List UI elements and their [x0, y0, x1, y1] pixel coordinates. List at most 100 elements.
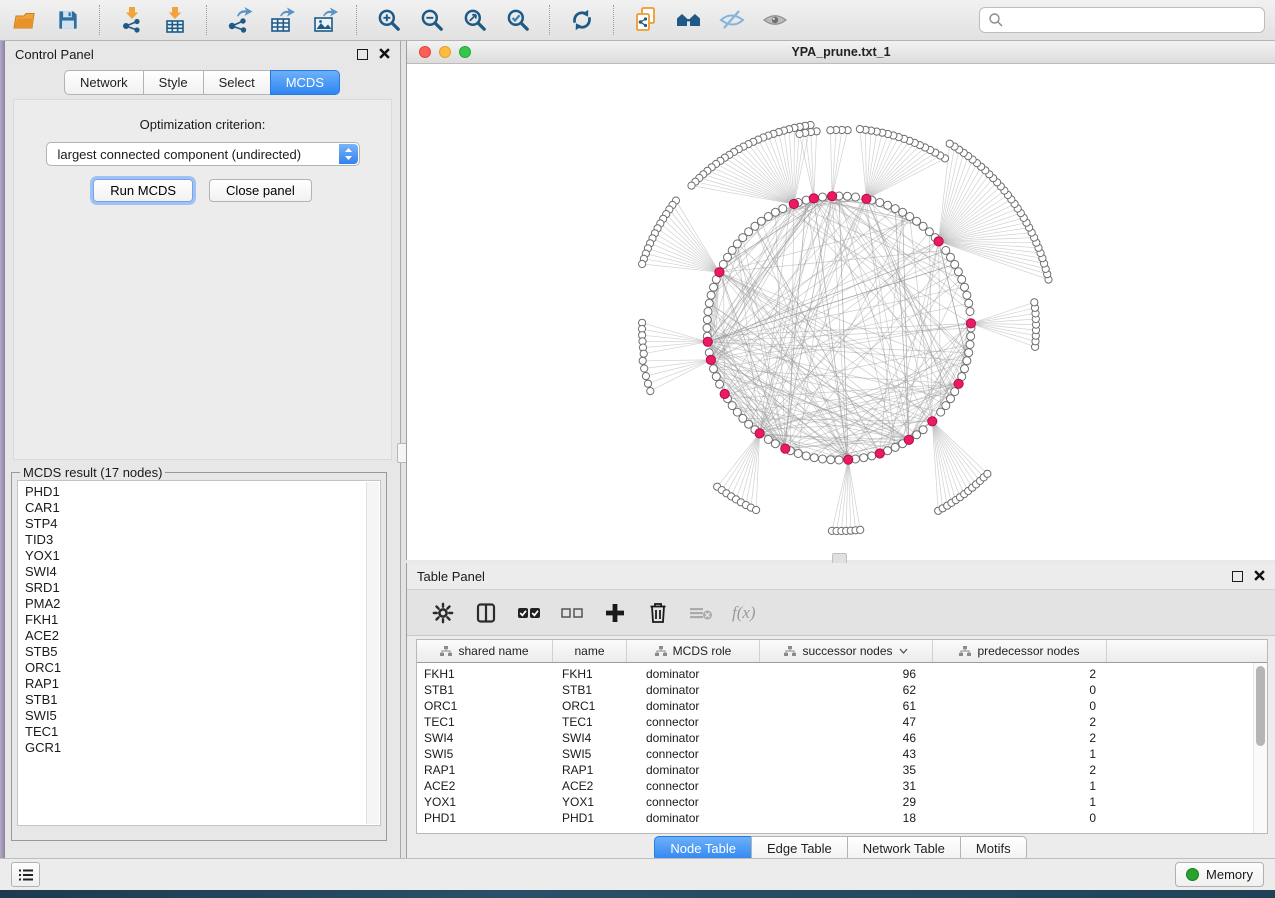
column-header-shared-name[interactable]: shared name: [417, 640, 553, 662]
network-node[interactable]: [876, 199, 884, 207]
dominator-node[interactable]: [706, 355, 715, 364]
network-node[interactable]: [963, 291, 971, 299]
network-node[interactable]: [942, 246, 950, 254]
mcds-result-item[interactable]: FKH1: [25, 612, 380, 628]
delete-table-icon[interactable]: [689, 601, 713, 625]
hide-selected-icon[interactable]: [717, 5, 747, 35]
dominator-node[interactable]: [954, 379, 963, 388]
dominator-node[interactable]: [904, 435, 913, 444]
table-scrollbar[interactable]: [1253, 663, 1267, 833]
dominator-node[interactable]: [862, 194, 871, 203]
export-network-icon[interactable]: [224, 5, 254, 35]
network-node[interactable]: [965, 349, 973, 357]
satellite-node[interactable]: [688, 182, 695, 189]
task-history-button[interactable]: [11, 862, 40, 887]
dominator-node[interactable]: [781, 444, 790, 453]
satellite-node[interactable]: [796, 130, 803, 137]
network-node[interactable]: [966, 341, 974, 349]
satellite-node[interactable]: [642, 373, 649, 380]
window-minimize-button[interactable]: [439, 46, 451, 58]
network-node[interactable]: [947, 395, 955, 403]
mcds-result-item[interactable]: SWI4: [25, 564, 380, 580]
satellite-node[interactable]: [647, 388, 654, 395]
select-all-icon[interactable]: [517, 601, 541, 625]
mcds-result-item[interactable]: TID3: [25, 532, 380, 548]
first-neighbors-icon[interactable]: [674, 5, 704, 35]
window-zoom-button[interactable]: [459, 46, 471, 58]
show-all-icon[interactable]: [760, 5, 790, 35]
satellite-node[interactable]: [641, 365, 648, 372]
network-node[interactable]: [852, 193, 860, 201]
network-node[interactable]: [868, 452, 876, 460]
open-session-icon[interactable]: [10, 5, 40, 35]
tab-network[interactable]: Network: [64, 70, 144, 95]
network-node[interactable]: [860, 454, 868, 462]
mcds-result-item[interactable]: STB1: [25, 692, 380, 708]
table-scrollbar-thumb[interactable]: [1256, 666, 1265, 746]
network-node[interactable]: [802, 452, 810, 460]
mcds-result-item[interactable]: YOX1: [25, 548, 380, 564]
save-session-icon[interactable]: [53, 5, 83, 35]
network-node[interactable]: [835, 456, 843, 464]
dominator-node[interactable]: [928, 417, 937, 426]
column-header-MCDS-role[interactable]: MCDS role: [627, 640, 760, 662]
clone-network-icon[interactable]: [631, 5, 661, 35]
network-node[interactable]: [705, 299, 713, 307]
export-table-icon[interactable]: [267, 5, 297, 35]
satellite-node[interactable]: [1031, 299, 1038, 306]
network-node[interactable]: [710, 365, 718, 373]
satellite-node[interactable]: [644, 380, 651, 387]
satellite-node[interactable]: [753, 506, 760, 513]
mcds-result-item[interactable]: STB5: [25, 644, 380, 660]
mcds-result-item[interactable]: PMA2: [25, 596, 380, 612]
network-canvas[interactable]: [407, 64, 1274, 560]
satellite-node[interactable]: [856, 126, 863, 133]
network-node[interactable]: [728, 246, 736, 254]
dominator-node[interactable]: [715, 268, 724, 277]
satellite-node[interactable]: [857, 526, 864, 533]
network-node[interactable]: [704, 308, 712, 316]
search-input[interactable]: [979, 7, 1265, 33]
dominator-node[interactable]: [966, 319, 975, 328]
column-visibility-icon[interactable]: [474, 601, 498, 625]
network-node[interactable]: [794, 450, 802, 458]
mcds-result-item[interactable]: STP4: [25, 516, 380, 532]
table-row[interactable]: SWI4SWI4dominator462: [417, 730, 1267, 746]
table-settings-icon[interactable]: [431, 601, 455, 625]
tab-mcds[interactable]: MCDS: [270, 70, 340, 95]
add-column-icon[interactable]: [603, 601, 627, 625]
network-node[interactable]: [961, 283, 969, 291]
network-node[interactable]: [843, 192, 851, 200]
zoom-in-icon[interactable]: [374, 5, 404, 35]
network-node[interactable]: [942, 402, 950, 410]
network-node[interactable]: [819, 455, 827, 463]
network-node[interactable]: [710, 283, 718, 291]
memory-button[interactable]: Memory: [1175, 862, 1264, 887]
network-node[interactable]: [703, 324, 711, 332]
dominator-node[interactable]: [934, 237, 943, 246]
mcds-result-item[interactable]: SWI5: [25, 708, 380, 724]
delete-column-icon[interactable]: [646, 601, 670, 625]
network-node[interactable]: [961, 365, 969, 373]
column-header-name[interactable]: name: [553, 640, 627, 662]
network-node[interactable]: [913, 217, 921, 225]
network-node[interactable]: [724, 253, 732, 261]
dominator-node[interactable]: [720, 389, 729, 398]
satellite-node[interactable]: [640, 350, 647, 357]
network-node[interactable]: [965, 299, 973, 307]
network-node[interactable]: [764, 213, 772, 221]
float-table-panel-icon[interactable]: [1232, 571, 1243, 582]
deselect-all-icon[interactable]: [560, 601, 584, 625]
network-node[interactable]: [716, 380, 724, 388]
table-row[interactable]: FKH1FKH1dominator962: [417, 666, 1267, 682]
mcds-result-item[interactable]: TEC1: [25, 724, 380, 740]
network-node[interactable]: [899, 208, 907, 216]
close-panel-icon[interactable]: [379, 47, 390, 62]
tab-style[interactable]: Style: [143, 70, 204, 95]
window-close-button[interactable]: [419, 46, 431, 58]
network-node[interactable]: [712, 373, 720, 381]
column-header-predecessor-nodes[interactable]: predecessor nodes: [933, 640, 1107, 662]
network-node[interactable]: [919, 426, 927, 434]
table-row[interactable]: SWI5SWI5connector431: [417, 746, 1267, 762]
optimization-select[interactable]: largest connected component (undirected): [46, 142, 360, 166]
